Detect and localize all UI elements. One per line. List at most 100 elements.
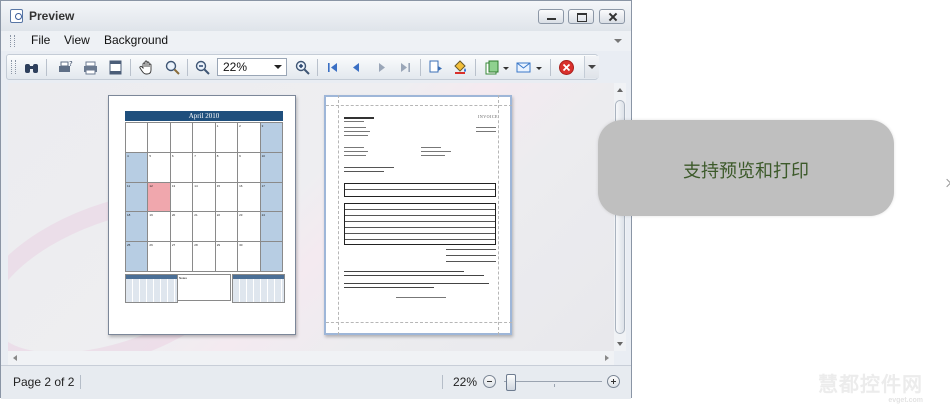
invoice-text-line xyxy=(344,127,366,128)
toolbar-separator xyxy=(420,59,421,76)
toolbar-separator xyxy=(550,59,551,76)
menu-file[interactable]: File xyxy=(31,33,50,47)
page-indicator: Page 2 of 2 xyxy=(13,375,75,389)
toolbar-separator xyxy=(130,59,131,76)
invoice-items-table xyxy=(344,203,496,245)
zoom-combobox[interactable]: 22% xyxy=(217,58,287,76)
find-button[interactable] xyxy=(23,59,40,76)
preview-area[interactable]: April 2010 123 4 5 6 7 8 9 10 11 12 13 14 15 16 17 1… xyxy=(8,83,614,351)
invoice-text-line xyxy=(344,167,394,168)
export-button[interactable] xyxy=(483,59,500,76)
hand-icon xyxy=(139,60,152,75)
scroll-down-icon[interactable] xyxy=(617,342,623,346)
invoice-text-line xyxy=(421,155,445,156)
mini-calendar-prev xyxy=(125,274,178,303)
close-button[interactable] xyxy=(599,9,625,24)
print-setup-button[interactable]: ? xyxy=(57,59,74,76)
toolbar-separator xyxy=(317,59,318,76)
first-page-icon xyxy=(328,63,337,72)
invoice-text-line xyxy=(446,261,496,262)
invoice-text-line xyxy=(421,151,451,152)
invoice-shipping-table xyxy=(344,183,496,197)
toolbar-separator xyxy=(475,59,476,76)
next-page-button[interactable] xyxy=(373,59,390,76)
minimize-button[interactable] xyxy=(538,9,564,24)
menu-bar: File View Background xyxy=(1,31,631,51)
status-separator xyxy=(80,375,81,389)
zoom-out-icon xyxy=(195,60,210,75)
export-icon xyxy=(485,60,499,75)
invoice-text-line xyxy=(446,249,496,250)
zoom-in-slider-button[interactable] xyxy=(607,375,620,388)
page-thumbnail-calendar[interactable]: April 2010 123 4 5 6 7 8 9 10 11 12 13 14 15 16 17 1… xyxy=(108,95,296,335)
zoom-in-icon xyxy=(295,60,310,75)
background-button[interactable] xyxy=(452,59,469,76)
page-layout-button[interactable] xyxy=(427,59,444,76)
dropdown-arrow-icon xyxy=(503,67,509,70)
zoom-percent-label: 22% xyxy=(453,375,478,389)
previous-page-button[interactable] xyxy=(348,59,365,76)
calendar-notes-box: Notes xyxy=(177,274,231,301)
zoom-out-slider-button[interactable] xyxy=(483,375,496,388)
hand-tool-button[interactable] xyxy=(139,59,156,76)
send-email-button[interactable] xyxy=(515,59,532,76)
page-setup-icon xyxy=(109,60,122,75)
invoice-text-line xyxy=(344,131,370,132)
invoice-text-line xyxy=(344,283,489,284)
export-dropdown-button[interactable] xyxy=(502,59,510,76)
invoice-text-line xyxy=(476,131,496,132)
invoice-text-line xyxy=(344,135,368,136)
status-bar: Page 2 of 2 22% xyxy=(1,365,631,399)
title-bar[interactable]: Preview xyxy=(1,1,631,31)
calendar-header: April 2010 xyxy=(125,111,283,121)
scroll-up-icon[interactable] xyxy=(617,88,623,92)
menubar-chevron-icon[interactable] xyxy=(614,39,622,43)
preview-window: Preview File View Background ? 22% April… xyxy=(0,0,632,399)
envelope-icon xyxy=(516,62,531,73)
toolbar-separator xyxy=(46,59,47,76)
toolbar-overflow-button[interactable] xyxy=(584,56,599,78)
combobox-arrow-icon[interactable] xyxy=(274,65,282,69)
margin-guide xyxy=(498,95,499,335)
feature-callout: 支持预览和打印 xyxy=(598,120,894,216)
margin-guide xyxy=(326,105,512,106)
svg-text:?: ? xyxy=(69,60,73,68)
page-thumbnail-invoice[interactable]: INVOICE xyxy=(324,95,512,335)
email-dropdown-button[interactable] xyxy=(535,59,543,76)
invoice-text-line xyxy=(344,151,368,152)
calendar-grid: 123 4 5 6 7 8 9 10 11 12 13 14 15 16 17 18 19 20 21 22 23… xyxy=(125,122,283,272)
zoom-in-button[interactable] xyxy=(294,59,311,76)
first-page-button[interactable] xyxy=(324,59,341,76)
next-page-icon xyxy=(379,63,385,72)
maximize-button[interactable] xyxy=(568,9,594,24)
invoice-text-line xyxy=(446,255,496,256)
invoice-text-line xyxy=(476,127,496,128)
chevron-right-icon xyxy=(942,178,950,188)
invoice-heading: INVOICE xyxy=(478,114,498,119)
zoom-tool-button[interactable] xyxy=(164,59,181,76)
zoom-out-button[interactable] xyxy=(194,59,211,76)
close-preview-button[interactable] xyxy=(558,59,575,76)
zoom-slider-thumb[interactable] xyxy=(505,374,516,391)
toolbar-grip-icon[interactable] xyxy=(11,60,16,74)
zoom-combobox-value: 22% xyxy=(223,60,248,74)
scroll-right-icon[interactable] xyxy=(605,355,609,361)
menu-view[interactable]: View xyxy=(64,33,90,47)
last-page-button[interactable] xyxy=(397,59,414,76)
scroll-left-icon[interactable] xyxy=(13,355,17,361)
watermark-sub: evget.com xyxy=(888,397,923,404)
zoom-slider-track[interactable] xyxy=(504,381,602,382)
invoice-text-line xyxy=(344,275,484,276)
menu-background[interactable]: Background xyxy=(104,33,168,47)
print-button[interactable] xyxy=(82,59,99,76)
printer-icon xyxy=(84,61,97,75)
invoice-text-line xyxy=(344,271,464,272)
invoice-text-line xyxy=(421,147,441,148)
horizontal-scrollbar[interactable] xyxy=(8,351,614,365)
margin-guide xyxy=(338,95,339,335)
zoom-slider-tick xyxy=(554,384,555,387)
previous-page-icon xyxy=(353,63,359,72)
invoice-text-line xyxy=(344,121,364,122)
menubar-grip-icon[interactable] xyxy=(10,35,15,47)
page-setup-button[interactable] xyxy=(107,59,124,76)
